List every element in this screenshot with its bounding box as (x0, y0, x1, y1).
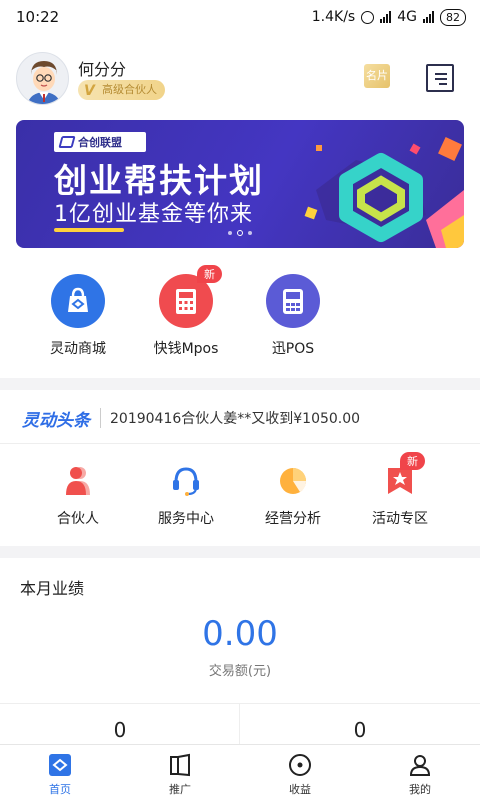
section-divider (0, 546, 480, 558)
service-analysis[interactable]: 经营分析 (243, 462, 343, 528)
new-badge: 新 (400, 452, 425, 470)
banner-underline (54, 228, 124, 232)
net-speed: 1.4K/s (311, 9, 356, 25)
banner-title: 创业帮扶计划 (54, 161, 264, 200)
income-icon (288, 753, 312, 777)
network-type: 4G (397, 9, 417, 25)
quick-apps: 灵动商城 新 快钱Mpos 迅POS (0, 265, 480, 364)
banner-logo: 合创联盟 (54, 132, 146, 152)
mall-bag-icon (51, 274, 105, 328)
section-divider (0, 378, 480, 390)
service-row: 合伙人 服务中心 经营分析 新 活动专区 (0, 452, 480, 532)
service-activity[interactable]: 新 活动专区 (350, 452, 450, 528)
tab-promote[interactable]: 推广 (120, 753, 240, 797)
service-label: 服务中心 (158, 511, 214, 527)
tab-label: 收益 (289, 783, 311, 796)
partner-icon (60, 462, 96, 498)
banner-logo-text: 合创联盟 (78, 136, 122, 149)
app-mall[interactable]: 灵动商城 (28, 274, 128, 358)
performance-amount-label: 交易额(元) (208, 664, 272, 679)
tab-label: 首页 (49, 783, 71, 796)
avatar-illustration-icon (27, 61, 61, 104)
status-indicators: 1.4K/s 4G 82 (311, 8, 466, 26)
bottom-tab-bar: 首页 推广 收益 我的 (0, 744, 480, 800)
battery-icon: 82 (440, 8, 466, 26)
performance-amount: 0.00 (202, 614, 278, 654)
calculator-icon: 新 (159, 265, 222, 328)
user-name: 何分分 (78, 60, 127, 79)
promote-icon (168, 753, 192, 777)
tab-mine[interactable]: 我的 (360, 753, 480, 797)
pie-chart-icon (275, 462, 311, 498)
tab-label: 我的 (409, 783, 431, 796)
performance-split: 0 0 (0, 703, 480, 744)
performance-left-value: 0 (113, 718, 127, 742)
new-badge: 新 (197, 265, 222, 283)
service-label: 经营分析 (265, 511, 321, 527)
pos-terminal-icon (266, 274, 320, 328)
news-separator (100, 408, 101, 428)
signal-icon-2 (423, 11, 434, 23)
performance-title: 本月业绩 (20, 579, 85, 598)
status-time: 10:22 (16, 8, 60, 26)
tab-label: 推广 (169, 783, 191, 796)
status-bar: 10:22 1.4K/s 4G 82 (0, 0, 480, 34)
service-label: 合伙人 (57, 511, 99, 527)
news-ticker[interactable]: 灵动头条 20190416合伙人姜**又收到¥1050.00 (0, 392, 480, 444)
avatar[interactable] (16, 52, 69, 105)
headset-icon (168, 462, 204, 498)
news-logo: 灵动头条 (22, 411, 90, 431)
news-text[interactable]: 20190416合伙人姜**又收到¥1050.00 (110, 408, 360, 428)
user-icon (408, 753, 432, 777)
service-partner[interactable]: 合伙人 (28, 462, 128, 528)
carousel-indicator[interactable] (228, 230, 252, 236)
app-mpos[interactable]: 新 快钱Mpos (136, 265, 236, 358)
alarm-icon (361, 10, 375, 24)
promo-banner[interactable]: 合创联盟 创业帮扶计划 1亿创业基金等你来 (16, 120, 464, 248)
level-badge: V 高级合伙人 (78, 80, 165, 100)
service-label: 活动专区 (372, 511, 428, 527)
carousel-dot[interactable] (228, 231, 232, 235)
tab-income[interactable]: 收益 (240, 753, 360, 797)
banner-subtitle: 1亿创业基金等你来 (54, 202, 253, 227)
menu-list-icon[interactable] (426, 64, 454, 92)
signal-icon (380, 11, 392, 23)
activity-flag-icon: 新 (382, 452, 425, 498)
vip-icon: V (84, 83, 95, 99)
profile-header: 何分分 V 高级合伙人 名片 (16, 50, 464, 106)
business-card-button[interactable]: 名片 (364, 64, 390, 88)
app-pos[interactable]: 迅POS (243, 274, 343, 358)
service-center[interactable]: 服务中心 (136, 462, 236, 528)
level-label: 高级合伙人 (102, 83, 157, 96)
alliance-logo-icon (58, 136, 76, 148)
performance-right-value: 0 (353, 718, 367, 742)
tab-home[interactable]: 首页 (0, 753, 120, 797)
app-label: 快钱Mpos (153, 341, 219, 357)
carousel-dot-active[interactable] (237, 230, 243, 236)
home-icon (48, 753, 72, 777)
carousel-dot[interactable] (248, 231, 252, 235)
app-label: 灵动商城 (50, 341, 106, 357)
app-label: 迅POS (271, 341, 315, 357)
